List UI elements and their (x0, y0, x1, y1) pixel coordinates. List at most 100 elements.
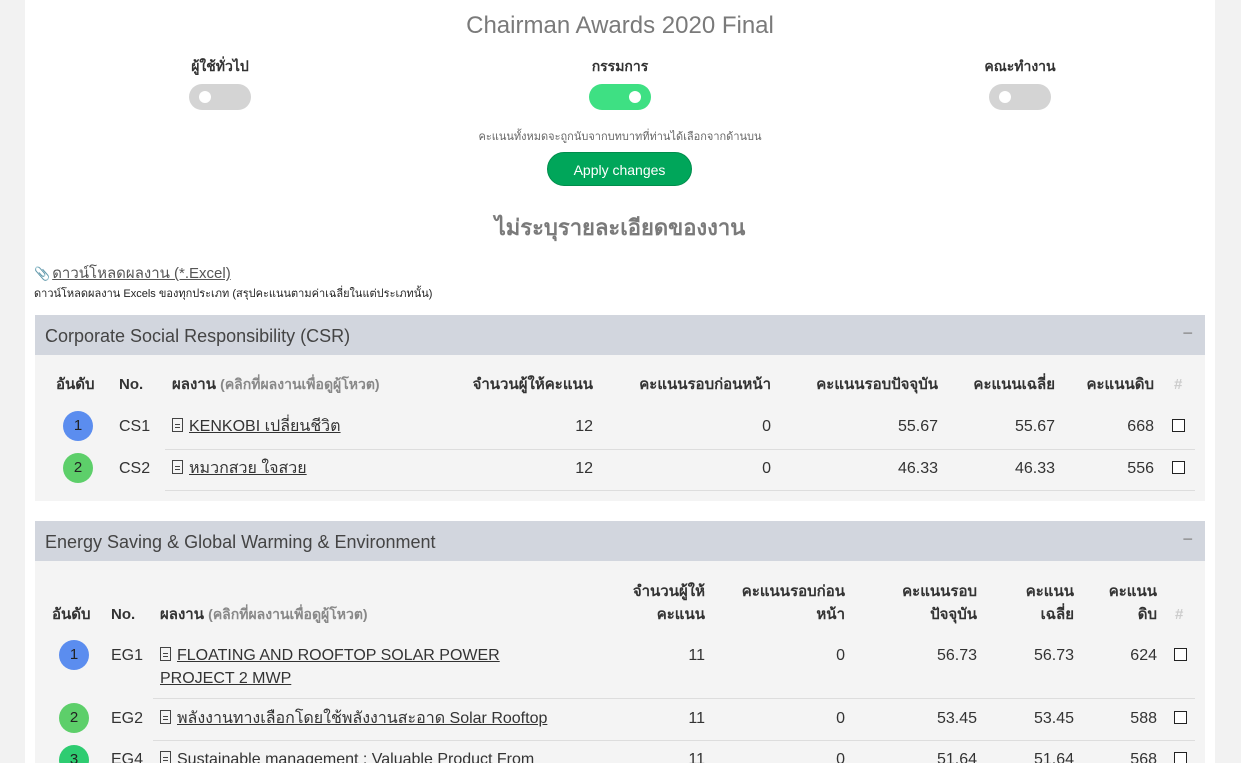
document-icon (172, 418, 183, 432)
current-score: 51.64 (936, 751, 977, 763)
page: Chairman Awards 2020 Final ผู้ใช้ทั่วไป … (25, 0, 1215, 763)
document-icon (172, 460, 183, 474)
row-divider (165, 449, 1195, 450)
col-voters-line2: คะแนน (656, 606, 705, 623)
col-work-note: (คลิกที่ผลงานเพื่อดูผู้โหวต) (220, 376, 380, 392)
document-icon (160, 647, 171, 661)
entry-work[interactable]: หมวกสวย ใจสวย (172, 457, 307, 480)
role-label: กรรมการ (591, 58, 649, 74)
col-work-label: ผลงาน (172, 376, 216, 393)
toggle-knob (999, 91, 1011, 103)
energy-panel: Energy Saving & Global Warming & Environ… (35, 521, 1205, 763)
work-link[interactable]: Sustainable management : Valuable Produc… (177, 751, 534, 763)
col-voters-line1: จำนวนผู้ให้ (632, 583, 705, 600)
prev-score: 0 (836, 647, 845, 664)
apply-changes-button[interactable]: Apply changes (547, 152, 692, 186)
col-avg-score: คะแนนเฉลี่ย (973, 376, 1055, 393)
toggle-knob (629, 91, 641, 103)
role-label: ผู้ใช้ทั่วไป (191, 58, 249, 74)
voters-count: 11 (688, 710, 705, 727)
raw-score: 588 (1130, 710, 1157, 727)
voters-count: 12 (575, 418, 593, 435)
avg-score: 53.45 (1033, 710, 1074, 727)
entry-no: CS2 (119, 460, 151, 477)
work-link[interactable]: KENKOBI เปลี่ยนชีวิต (189, 418, 341, 435)
csr-panel: Corporate Social Responsibility (CSR) − … (35, 315, 1205, 501)
col-select: # (1174, 376, 1183, 393)
row-checkbox[interactable] (1174, 648, 1187, 661)
work-link[interactable]: FLOATING AND ROOFTOP SOLAR POWER (177, 647, 500, 664)
raw-score: 624 (1130, 647, 1157, 664)
col-current-line2: ปัจจุบัน (930, 606, 977, 623)
col-avg-line2: เฉลี่ย (1040, 606, 1074, 623)
download-description: ดาวน์โหลดผลงาน Excels ของทุกประเภท (สรุป… (34, 288, 433, 300)
col-prev-score: คะแนนรอบก่อนหน้า (715, 580, 845, 626)
col-current-score: คะแนนรอบปัจจุบัน (816, 376, 938, 393)
row-checkbox[interactable] (1174, 752, 1187, 763)
page-title: Chairman Awards 2020 Final (466, 12, 774, 39)
avg-score: 51.64 (1033, 751, 1074, 763)
prev-score: 0 (836, 751, 845, 763)
col-work: ผลงาน (คลิกที่ผลงานเพื่อดูผู้โหวต) (160, 603, 368, 626)
working-team-toggle[interactable] (989, 84, 1051, 110)
avg-score: 55.67 (1014, 418, 1055, 435)
document-icon (160, 710, 171, 724)
row-checkbox[interactable] (1174, 711, 1187, 724)
col-work-label: ผลงาน (160, 606, 204, 623)
entry-no: EG4 (111, 751, 144, 763)
col-current-score: คะแนนรอบปัจจุบัน (857, 580, 977, 626)
document-icon (160, 751, 171, 763)
work-link[interactable]: หมวกสวย ใจสวย (189, 460, 307, 477)
col-current-line1: คะแนนรอบ (902, 583, 977, 600)
role-general-user: ผู้ใช้ทั่วไป (150, 56, 290, 115)
prev-score: 0 (762, 418, 771, 435)
row-divider (165, 490, 1195, 491)
col-rank: อันดับ (56, 376, 95, 393)
current-score: 55.67 (897, 418, 938, 435)
csr-panel-title: Corporate Social Responsibility (CSR) (45, 326, 351, 346)
row-checkbox[interactable] (1172, 419, 1185, 432)
entry-no: EG1 (111, 647, 144, 664)
col-select: # (1175, 606, 1184, 623)
csr-panel-header: Corporate Social Responsibility (CSR) − (35, 315, 1205, 355)
col-raw-score: คะแนนดิบ (1086, 376, 1154, 393)
voters-count: 12 (575, 460, 593, 477)
col-voters: จำนวนผู้ให้คะแนน (595, 580, 705, 626)
entry-work[interactable]: FLOATING AND ROOFTOP SOLAR POWER PROJECT… (160, 644, 560, 690)
avg-score: 56.73 (1033, 647, 1074, 664)
energy-collapse-button[interactable]: − (1182, 529, 1193, 550)
csr-collapse-button[interactable]: − (1182, 323, 1193, 344)
work-link[interactable]: พลังงานทางเลือกโดยใช้พลังงานสะอาด Solar … (177, 710, 547, 727)
col-voters: จำนวนผู้ให้คะแนน (472, 376, 593, 393)
download-label: ดาวน์โหลดผลงาน (*.Excel) (52, 265, 231, 282)
col-prev-line2: หน้า (816, 606, 845, 623)
row-checkbox[interactable] (1172, 461, 1185, 474)
role-label: คณะทำงาน (984, 58, 1056, 74)
download-excel-link[interactable]: 📎 ดาวน์โหลดผลงาน (*.Excel) (34, 261, 231, 285)
prev-score: 0 (762, 460, 771, 477)
rank-badge: 2 (59, 703, 89, 733)
current-score: 46.33 (897, 460, 938, 477)
entry-work[interactable]: Sustainable management : Valuable Produc… (160, 748, 534, 763)
col-prev-line1: คะแนนรอบก่อน (741, 583, 845, 600)
role-working-team: คณะทำงาน (950, 56, 1090, 115)
committee-toggle[interactable] (589, 84, 651, 110)
rank-badge: 2 (63, 453, 93, 483)
raw-score: 556 (1127, 460, 1154, 477)
section-subtitle: ไม่ระบุรายละเอียดของงาน (494, 215, 746, 240)
role-committee: กรรมการ (550, 56, 690, 115)
raw-score: 568 (1130, 751, 1157, 763)
work-line-2: PROJECT 2 MWP (160, 667, 560, 690)
entry-work[interactable]: KENKOBI เปลี่ยนชีวิต (172, 415, 341, 438)
entry-no: CS1 (119, 418, 151, 435)
entry-work[interactable]: พลังงานทางเลือกโดยใช้พลังงานสะอาด Solar … (160, 707, 547, 730)
voters-count: 11 (688, 647, 705, 664)
work-line-1: FLOATING AND ROOFTOP SOLAR POWER (160, 644, 560, 667)
rank-badge: 3 (59, 745, 89, 763)
general-user-toggle[interactable] (189, 84, 251, 110)
col-raw-line2: ดิบ (1137, 606, 1157, 623)
toggle-knob (199, 91, 211, 103)
role-hint: คะแนนทั้งหมดจะถูกนับจากบทบาทที่ท่านได้เล… (478, 131, 762, 143)
row-divider (153, 740, 1195, 741)
work-link-cont[interactable]: PROJECT 2 MWP (160, 670, 291, 687)
